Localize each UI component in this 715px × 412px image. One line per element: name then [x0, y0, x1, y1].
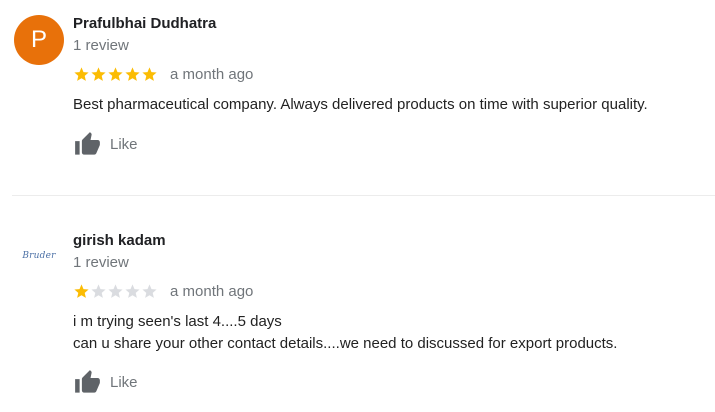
review-time: a month ago	[170, 282, 254, 300]
review-divider	[12, 195, 715, 196]
reviewer-review-count: 1 review	[73, 254, 129, 271]
review-text: i m trying seen's last 4....5 days can u…	[73, 311, 617, 355]
review-text-line: Best pharmaceutical company. Always deli…	[73, 96, 648, 113]
star-empty-icon	[108, 283, 123, 298]
reviewer-avatar[interactable]: Bruder	[14, 231, 64, 281]
star-filled-icon	[74, 283, 89, 298]
star-filled-icon	[125, 66, 140, 81]
review-text-line: can u share your other contact details..…	[73, 335, 618, 352]
star-empty-icon	[142, 283, 157, 298]
reviewer-avatar[interactable]: P	[14, 15, 64, 65]
like-label: Like	[110, 374, 138, 391]
review-time: a month ago	[170, 65, 254, 83]
star-rating	[73, 281, 158, 301]
avatar-letter: P	[30, 26, 47, 53]
star-filled-icon	[74, 66, 89, 81]
review-card: Bruder girish kadam 1 review a month ago…	[0, 197, 715, 412]
thumbs-up-icon	[75, 132, 100, 155]
like-button[interactable]: Like	[73, 131, 138, 158]
avatar-logo: Bruder	[22, 251, 56, 261]
thumbs-up-icon	[75, 370, 100, 393]
review-card: P Prafulbhai Dudhatra 1 review a month a…	[0, 0, 715, 196]
reviewer-name[interactable]: girish kadam	[73, 232, 166, 249]
like-button[interactable]: Like	[73, 369, 138, 396]
star-filled-icon	[108, 66, 123, 81]
review-text: Best pharmaceutical company. Always deli…	[73, 94, 648, 116]
star-rating	[73, 64, 158, 84]
star-empty-icon	[125, 283, 140, 298]
reviewer-review-count: 1 review	[73, 37, 129, 54]
star-filled-icon	[142, 66, 157, 81]
reviewer-name[interactable]: Prafulbhai Dudhatra	[73, 15, 216, 32]
rating-row: a month ago	[73, 281, 253, 301]
star-empty-icon	[91, 283, 106, 298]
rating-row: a month ago	[73, 64, 253, 84]
star-filled-icon	[91, 66, 106, 81]
review-text-line: i m trying seen's last 4....5 days	[73, 313, 282, 330]
like-label: Like	[110, 136, 138, 153]
